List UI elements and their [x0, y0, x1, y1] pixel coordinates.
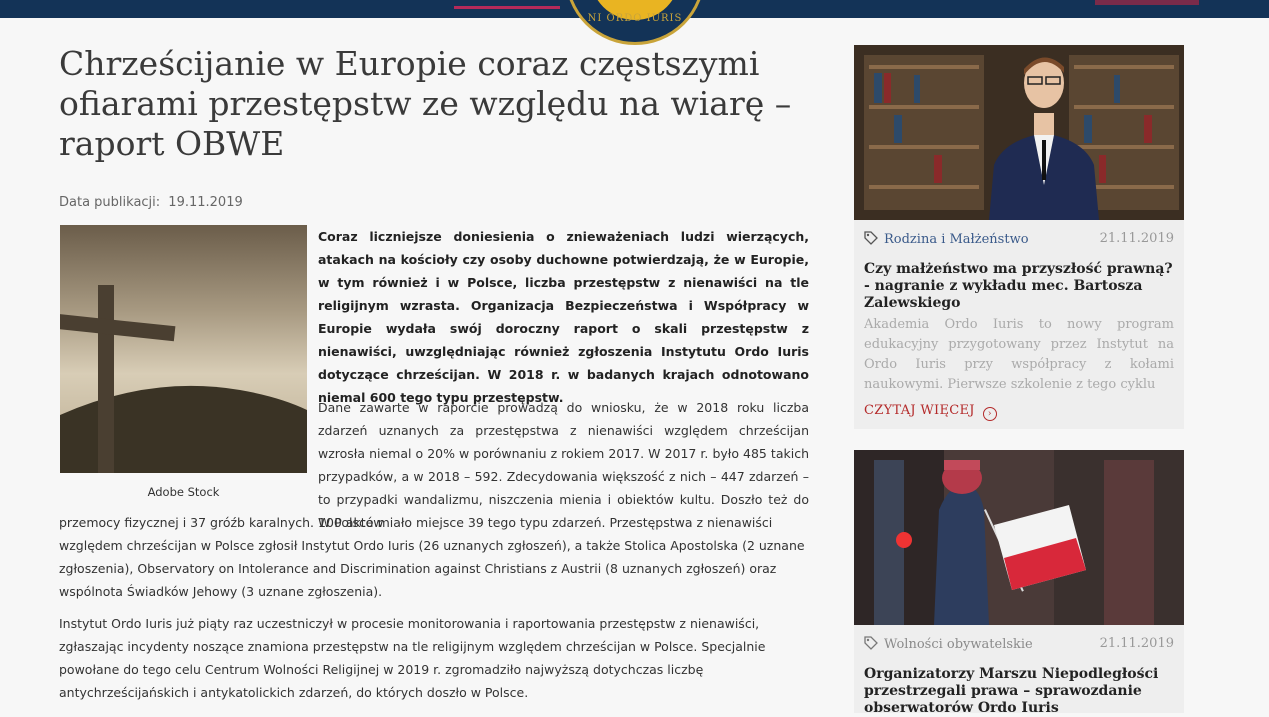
card-meta: Rodzina i Małżeństwo 21.11.2019: [864, 231, 1174, 247]
card-category-link[interactable]: Rodzina i Małżeństwo: [884, 232, 1029, 247]
publication-date-value: 19.11.2019: [168, 195, 243, 210]
card-category-link[interactable]: Wolności obywatelskie: [884, 637, 1033, 652]
read-more-label: CZYTAJ WIĘCEJ: [864, 403, 975, 418]
logo-text: NI ORDO IURIS: [587, 13, 683, 24]
read-more-link[interactable]: CZYTAJ WIĘCEJ ›: [864, 403, 997, 421]
article-image: [60, 225, 307, 473]
march-photo: [854, 450, 1184, 625]
article-paragraph-2: Instytut Ordo Iuris już piąty raz uczest…: [59, 616, 766, 700]
card-excerpt: Akademia Ordo Iuris to nowy program eduk…: [864, 317, 1174, 392]
publication-date: Data publikacji: 19.11.2019: [59, 195, 243, 210]
card-image[interactable]: [854, 450, 1184, 625]
nav-accent-right: [1095, 0, 1199, 5]
card-date: 21.11.2019: [1099, 231, 1174, 246]
card-image[interactable]: [854, 45, 1184, 220]
cross-on-hill-image: [60, 225, 307, 473]
card-title[interactable]: Czy małżeństwo ma przyszłość prawną? - n…: [864, 261, 1174, 312]
sidebar-article-card[interactable]: Rodzina i Małżeństwo 21.11.2019 Czy małż…: [854, 45, 1184, 429]
article-lead: Coraz liczniejsze doniesienia o znieważe…: [318, 229, 809, 405]
image-caption: Adobe Stock: [147, 485, 220, 499]
publication-date-label: Data publikacji:: [59, 195, 161, 210]
sidebar-article-card[interactable]: Wolności obywatelskie 21.11.2019 Organiz…: [854, 450, 1184, 716]
site-logo[interactable]: NI ORDO IURIS: [565, 0, 705, 45]
tag-icon: [864, 231, 878, 245]
nav-accent-left: [454, 6, 560, 9]
card-title[interactable]: Organizatorzy Marszu Niepodległości prze…: [864, 666, 1174, 717]
lecturer-photo: [854, 45, 1184, 220]
article-paragraph-1-continued: przemocy fizycznej i 37 gróźb karalnych.…: [59, 515, 805, 599]
card-meta: Wolności obywatelskie 21.11.2019: [864, 636, 1174, 652]
tag-icon: [864, 636, 878, 650]
card-date: 21.11.2019: [1099, 636, 1174, 651]
article-title: Chrześcijanie w Europie coraz częstszymi…: [59, 44, 792, 163]
chevron-right-circle-icon: ›: [982, 407, 997, 421]
